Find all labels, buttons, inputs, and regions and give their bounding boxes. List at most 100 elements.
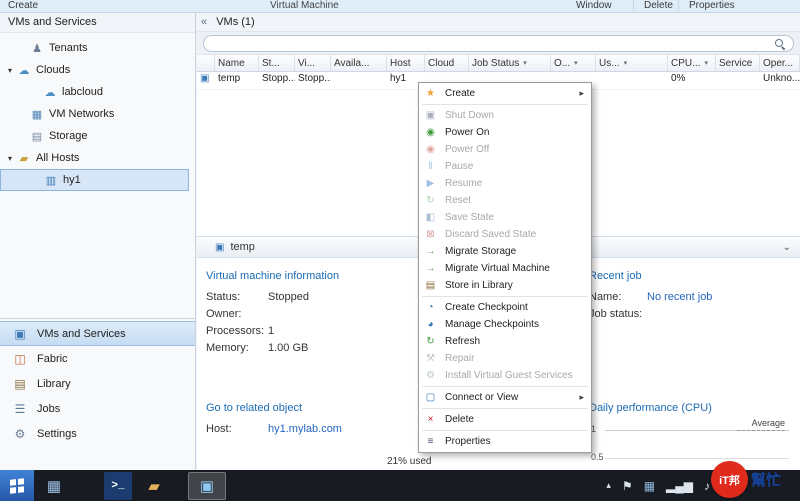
menu-item-delete[interactable]: × Delete	[419, 411, 591, 428]
chart-ytick-05: 0.5	[591, 452, 604, 462]
storage-usage-text: 21% used	[387, 456, 432, 467]
menu-item-store-in-library[interactable]: ▤ Store in Library	[419, 277, 591, 294]
navigation-pane: VMs and Services ♟ Tenants ▾ ☁ Clouds ☁ …	[0, 13, 196, 470]
tree-item-labcloud[interactable]: ☁ labcloud	[0, 81, 189, 103]
chart-legend-line	[737, 430, 785, 431]
menu-item-manage-checkpoints[interactable]: ◕ Manage Checkpoints	[419, 316, 591, 333]
menu-separator	[422, 104, 588, 105]
column-header-cloud[interactable]: Cloud	[425, 55, 469, 71]
search-icon	[775, 39, 785, 49]
volume-icon[interactable]: ♪	[704, 479, 710, 493]
menu-item-repair: ⚒ Repair	[419, 350, 591, 367]
server-status-icon[interactable]: ▦	[644, 479, 655, 493]
migrate-virtual-machine-icon: →	[425, 263, 436, 274]
menu-item-properties[interactable]: ≡ Properties	[419, 433, 591, 450]
column-header-vi[interactable]: Vi...	[295, 55, 331, 71]
taskbar-app-server-manager[interactable]: ▦	[40, 472, 68, 500]
itbang-logo-text: 幫忙	[751, 472, 782, 489]
vm-context-menu: ★ Create ▣ Shut Down ◉ Power On ◉ Power …	[418, 82, 592, 453]
settings-icon: ⚙	[14, 426, 26, 441]
column-header-cpu[interactable]: CPU...	[668, 55, 716, 71]
cell-blank	[331, 72, 387, 89]
menu-item-create[interactable]: ★ Create	[419, 85, 591, 102]
menu-separator	[422, 296, 588, 297]
cell-0: 0%	[671, 73, 686, 84]
column-header-host[interactable]: Host	[387, 55, 425, 71]
menu-item-migrate-storage[interactable]: → Migrate Storage	[419, 243, 591, 260]
list-pane-title: VMs (1)	[216, 16, 255, 28]
column-header-st[interactable]: St...	[259, 55, 295, 71]
cell-stopp: Stopp...	[298, 73, 331, 84]
menu-item-refresh[interactable]: ↻ Refresh	[419, 333, 591, 350]
vm-networks-icon: ▦	[31, 108, 43, 121]
chart-legend-average: Average	[751, 418, 785, 428]
ribbon-window-label[interactable]: Window	[576, 0, 612, 11]
start-button[interactable]	[0, 470, 34, 501]
tree-item-storage[interactable]: ▤ Storage	[0, 125, 189, 147]
menu-item-pause: ‖ Pause	[419, 158, 591, 175]
ribbon-properties-label[interactable]: Properties	[678, 0, 735, 11]
tree-item-clouds[interactable]: ▾ ☁ Clouds	[0, 59, 189, 81]
related-object-section: Go to related object Host: hy1.mylab.com	[206, 402, 342, 440]
nav-item-settings[interactable]: ⚙ Settings	[0, 421, 195, 446]
table-header-row: Name St... Vi... Availa... Host Cloud Jo…	[197, 55, 800, 72]
column-header-us[interactable]: Us...	[596, 55, 668, 71]
menu-item-discard-saved-state: ⊠ Discard Saved State	[419, 226, 591, 243]
list-pane-header: « VMs (1)	[197, 13, 800, 32]
tree-item-vm-networks[interactable]: ▦ VM Networks	[0, 103, 189, 125]
menu-item-create-checkpoint[interactable]: ◔ Create Checkpoint	[419, 299, 591, 316]
create-star-icon: ★	[426, 88, 435, 99]
taskbar-app-file-explorer[interactable]: ▰	[140, 472, 168, 500]
nav-item-jobs[interactable]: ☰ Jobs	[0, 396, 195, 421]
cloud-icon: ☁	[44, 86, 56, 99]
column-header-name[interactable]: Name	[215, 55, 259, 71]
notification-flag-icon[interactable]: ⚑	[622, 479, 633, 493]
navigation-tree: ♟ Tenants ▾ ☁ Clouds ☁ labcloud ▦ VM Net…	[0, 33, 195, 191]
menu-item-power-on[interactable]: ◉ Power On	[419, 124, 591, 141]
column-header-blank[interactable]	[197, 55, 215, 71]
column-header-oper[interactable]: Oper...	[760, 55, 800, 71]
show-hidden-icons-chevron[interactable]: ▴	[606, 480, 611, 491]
vm-icon: ▣	[200, 73, 210, 84]
itbang-logo-badge: iT邦	[711, 461, 748, 498]
nav-item-library[interactable]: ▤ Library	[0, 371, 195, 396]
column-header-job-status[interactable]: Job Status	[469, 55, 551, 71]
ribbon-create-label[interactable]: Create	[8, 0, 38, 11]
collapse-details-icon[interactable]: ⌄	[783, 242, 791, 253]
tree-item-all-hosts[interactable]: ▾ ▰ All Hosts	[0, 147, 189, 169]
tree-expander-icon[interactable]: ▾	[4, 66, 16, 75]
host-server-icon: ▥	[45, 174, 57, 187]
tree-item-tenants[interactable]: ♟ Tenants	[0, 37, 189, 59]
tree-item-hy1[interactable]: ▥ hy1	[0, 169, 189, 191]
nav-item-vms-and-services[interactable]: ▣ VMs and Services	[0, 321, 195, 346]
related-field-host: Host: hy1.mylab.com	[206, 423, 342, 435]
ribbon-delete-label[interactable]: Delete	[633, 0, 673, 11]
vm-icon: ▣	[215, 241, 225, 253]
recent-job-field-job-status: Job status:	[589, 308, 643, 320]
nav-item-fabric[interactable]: ◫ Fabric	[0, 346, 195, 371]
menu-item-migrate-virtual-machine[interactable]: → Migrate Virtual Machine	[419, 260, 591, 277]
column-header-o[interactable]: O...	[551, 55, 596, 71]
migrate-storage-icon: →	[425, 246, 436, 257]
vm-information-section: Virtual machine information Status: Stop…	[206, 270, 339, 359]
network-icon[interactable]: ▂▄▆	[666, 479, 693, 493]
vmm-console-icon: ▣	[199, 477, 215, 495]
vm-filter-input[interactable]	[212, 36, 769, 51]
column-header-service[interactable]: Service	[716, 55, 760, 71]
column-header-availa[interactable]: Availa...	[331, 55, 387, 71]
save-state-icon: ◧	[425, 212, 436, 223]
cell-stopp: Stopp...	[262, 73, 295, 84]
related-object-heading: Go to related object	[206, 402, 303, 414]
window-title: Virtual Machine	[270, 0, 339, 11]
search-box	[203, 35, 794, 52]
menu-item-reset: ↻ Reset	[419, 192, 591, 209]
fabric-icon: ◫	[14, 351, 26, 366]
collapse-pane-icon[interactable]: «	[201, 16, 207, 28]
menu-item-connect-or-view[interactable]: ▢ Connect or View	[419, 389, 591, 406]
tree-expander-icon[interactable]: ▾	[4, 154, 16, 163]
taskbar-app-vmm-console[interactable]: ▣	[188, 471, 226, 500]
menu-item-power-off: ◉ Power Off	[419, 141, 591, 158]
taskbar-app-powershell[interactable]: >_	[104, 471, 132, 500]
menu-separator	[422, 408, 588, 409]
pause-icon: ‖	[428, 161, 433, 172]
